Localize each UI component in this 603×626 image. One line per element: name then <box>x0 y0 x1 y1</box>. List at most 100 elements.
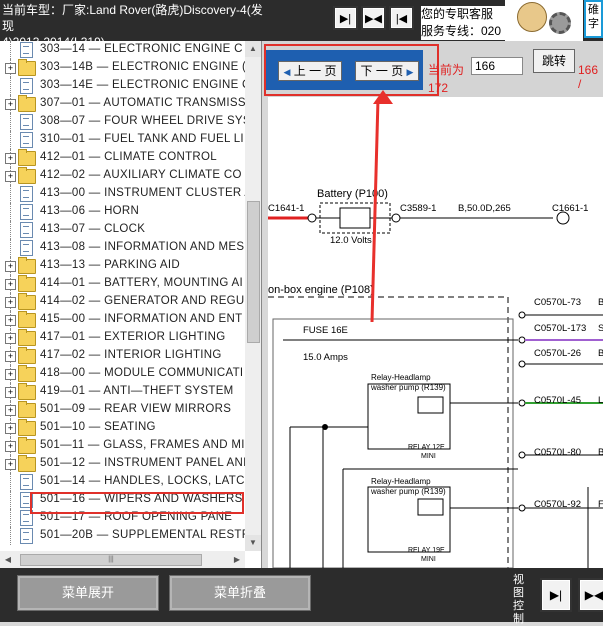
expand-icon[interactable]: + <box>5 459 16 470</box>
arrow-right-icon[interactable]: ▶| <box>333 6 358 30</box>
tree-item[interactable]: +501—12 — INSTRUMENT PANEL ANI <box>0 455 246 473</box>
manual-tree[interactable]: 303—14 — ELECTRONIC ENGINE C +303—14B — E… <box>0 41 262 568</box>
expand-icon[interactable]: + <box>5 171 16 182</box>
tree-item[interactable]: +415—00 — INFORMATION AND ENT <box>0 311 245 329</box>
tree-item[interactable]: +418—00 — MODULE COMMUNICATI <box>0 365 245 383</box>
document-icon <box>20 474 33 490</box>
tree-item[interactable]: 501—20B — SUPPLEMENTAL RESTR <box>0 527 250 545</box>
folder-icon <box>18 401 36 418</box>
expand-icon[interactable]: + <box>5 297 16 308</box>
relay2-sub: washer pump (R139) <box>371 487 446 496</box>
tree-item[interactable]: 308—07 — FOUR WHEEL DRIVE SYS <box>0 113 251 131</box>
tree-item[interactable]: +414—02 — GENERATOR AND REGU <box>0 293 245 311</box>
scroll-right-icon[interactable]: ▶ <box>229 551 245 568</box>
go-button[interactable]: 跳转 <box>533 49 575 73</box>
expand-icon[interactable]: + <box>5 153 16 164</box>
tree-item[interactable]: +417—02 — INTERIOR LIGHTING <box>0 347 245 365</box>
tree-item[interactable]: 303—14 — ELECTRONIC ENGINE C <box>0 41 245 59</box>
mascot-head-icon <box>517 2 547 32</box>
tree-line <box>10 77 12 95</box>
document-icon <box>20 42 33 58</box>
tree-item-label: 414—02 — GENERATOR AND REGU <box>40 295 245 307</box>
expand-icon[interactable]: + <box>5 423 16 434</box>
scroll-left-icon[interactable]: ◀ <box>0 551 16 568</box>
expand-icon[interactable]: + <box>5 369 16 380</box>
tree-item[interactable]: +413—13 — PARKING AID <box>0 257 245 275</box>
tree-item[interactable]: 413—00 — INSTRUMENT CLUSTER A <box>0 185 252 203</box>
expand-icon[interactable]: + <box>5 261 16 272</box>
expand-icon[interactable]: + <box>5 441 16 452</box>
tree-item[interactable]: +412—01 — CLIMATE CONTROL <box>0 149 245 167</box>
tree-item[interactable]: +412—02 — AUXILIARY CLIMATE CO <box>0 167 245 185</box>
expand-icon[interactable]: + <box>5 63 16 74</box>
folder-icon <box>18 437 36 454</box>
tree-item[interactable]: +501—11 — GLASS, FRAMES AND MI <box>0 437 245 455</box>
tree-item[interactable]: 413—06 — HORN <box>0 203 245 221</box>
arrow-right-icon[interactable]: ▶| <box>540 578 572 612</box>
expand-icon[interactable]: + <box>5 279 16 290</box>
menu-collapse-button[interactable]: 菜单折叠 <box>169 575 311 611</box>
tree-line <box>10 185 12 203</box>
tree-item-label: 418—00 — MODULE COMMUNICATI <box>40 367 244 379</box>
tree-item[interactable]: 413—07 — CLOCK <box>0 221 245 239</box>
scroll-up-icon[interactable]: ▲ <box>245 41 261 57</box>
expand-icon[interactable]: + <box>5 405 16 416</box>
junction-box-title: on-box engine (P108) <box>268 284 374 296</box>
tree-item[interactable]: +303—14B — ELECTRONIC ENGINE ( <box>0 59 246 77</box>
wiring-diagram[interactable]: Battery (P100) 12.0 Volts C1641-1 C3589-… <box>268 97 603 568</box>
arrow-left-icon[interactable]: |◀ <box>389 6 414 30</box>
tree-line <box>10 203 12 221</box>
red-arrow-icon <box>373 90 393 104</box>
tree-item[interactable]: 303—14E — ELECTRONIC ENGINE C <box>0 77 250 95</box>
service-line-2: 服务专线：020 <box>421 24 502 38</box>
connector-suffix: B <box>598 447 603 458</box>
tree-item-label: 307—01 — AUTOMATIC TRANSMISS <box>40 97 246 109</box>
tree-item[interactable]: +419—01 — ANTI—THEFT SYSTEM <box>0 383 245 401</box>
tree-item-label: 501—14 — HANDLES, LOCKS, LATC <box>40 475 245 487</box>
selected-item-highlight <box>30 492 244 514</box>
menu-expand-button[interactable]: 菜单展开 <box>17 575 159 611</box>
tree-item[interactable]: 310—01 — FUEL TANK AND FUEL LI <box>0 131 245 149</box>
tree-line <box>10 239 12 257</box>
scroll-thumb[interactable] <box>247 201 260 343</box>
document-icon <box>20 204 33 220</box>
tree-vertical-scrollbar[interactable]: ▲ ▼ <box>245 41 261 551</box>
tree-item[interactable]: 413—08 — INFORMATION AND MES <box>0 239 245 257</box>
connector-suffix: S <box>598 323 603 334</box>
header-nav-buttons: ▶| ▶◀ |◀ <box>333 6 414 30</box>
tree-item-label: 417—02 — INTERIOR LIGHTING <box>40 349 222 361</box>
mascot-image <box>505 0 583 41</box>
expand-icon[interactable]: + <box>5 99 16 110</box>
page-number-input[interactable] <box>471 57 523 75</box>
connector-suffix: F <box>598 499 603 510</box>
document-icon <box>20 114 33 130</box>
folder-icon <box>18 95 36 112</box>
connector-label: C0570L-73 <box>534 297 582 308</box>
view-control-label: 视图控制 <box>513 574 524 625</box>
folder-icon <box>18 383 36 400</box>
tree-item[interactable]: 501—14 — HANDLES, LOCKS, LATC <box>0 473 245 491</box>
tree-item[interactable]: +414—01 — BATTERY, MOUNTING AI <box>0 275 245 293</box>
connector-c3589: C3589-1 <box>400 203 437 214</box>
tree-item-label: 501—11 — GLASS, FRAMES AND MI <box>40 439 245 451</box>
hscroll-thumb[interactable]: ||| <box>20 554 202 566</box>
tree-item[interactable]: +501—10 — SEATING <box>0 419 245 437</box>
arrows-both-icon[interactable]: ▶◀ <box>361 6 386 30</box>
scroll-down-icon[interactable]: ▼ <box>245 535 261 551</box>
arrows-both-icon[interactable]: ▶◀ <box>578 578 603 612</box>
tree-item[interactable]: +417—01 — EXTERIOR LIGHTING <box>0 329 245 347</box>
tree-item-label: 413—00 — INSTRUMENT CLUSTER A <box>40 187 253 199</box>
footer-bar: 菜单展开 菜单折叠 视图控制 ▶| ▶◀ <box>0 568 603 625</box>
tree-item[interactable]: +307—01 — AUTOMATIC TRANSMISS <box>0 95 246 113</box>
expand-icon[interactable]: + <box>5 333 16 344</box>
folder-icon <box>18 275 36 292</box>
tree-item[interactable]: +501—09 — REAR VIEW MIRRORS <box>0 401 245 419</box>
expand-icon[interactable]: + <box>5 315 16 326</box>
expand-icon[interactable]: + <box>5 387 16 398</box>
expand-icon[interactable]: + <box>5 351 16 362</box>
page-number-secondary: 172 <box>428 81 449 95</box>
tree-item-label: 412—02 — AUXILIARY CLIMATE CO <box>40 169 242 181</box>
tree-item-label: 413—08 — INFORMATION AND MES <box>40 241 245 253</box>
tree-line <box>10 221 12 239</box>
tree-horizontal-scrollbar[interactable]: ◀ ||| ▶ <box>0 551 245 568</box>
